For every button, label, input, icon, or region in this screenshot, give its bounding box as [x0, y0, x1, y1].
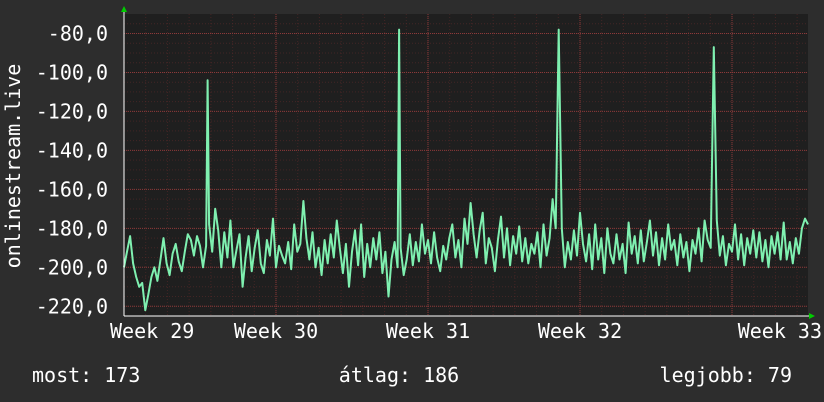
y-tick-label: -180,0 [36, 216, 108, 240]
chart-figure: -220,0 -200,0 -180,0 -160,0 -140,0 -120,0 -100… [0, 0, 824, 402]
y-tick-label: -100,0 [36, 60, 108, 84]
y-tick-label: -120,0 [36, 99, 108, 123]
stat-best: legjobb: 79 [660, 363, 792, 387]
y-tick-label: -200,0 [36, 255, 108, 279]
stat-average: átlag: 186 [339, 363, 459, 387]
stat-current: most: 173 [32, 363, 140, 387]
y-tick-label: -160,0 [36, 177, 108, 201]
x-tick-label: Week 30 [234, 319, 318, 343]
x-tick-label: Week 32 [538, 319, 622, 343]
x-tick-label: Week 33 [738, 319, 822, 343]
y-axis-label: onlinestream.live [1, 64, 25, 269]
y-tick-label: -140,0 [36, 138, 108, 162]
y-tick-label: -220,0 [36, 294, 108, 318]
chart-svg: -220,0 -200,0 -180,0 -160,0 -140,0 -120,0 -100… [0, 0, 824, 402]
x-tick-label: Week 29 [110, 319, 194, 343]
y-tick-label: -80,0 [48, 21, 108, 45]
plot-area [124, 14, 808, 316]
x-tick-label: Week 31 [386, 319, 470, 343]
